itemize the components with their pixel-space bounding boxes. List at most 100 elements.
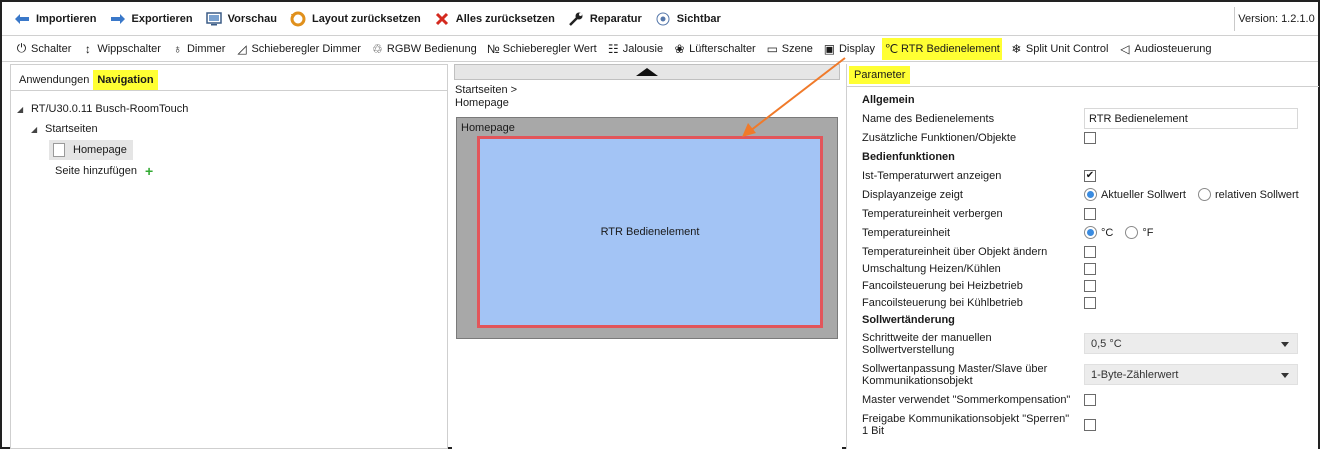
expand-arrow-icon[interactable]: ◢	[17, 105, 31, 114]
radio-fahrenheit[interactable]: °F	[1125, 226, 1153, 239]
palette-item-label: Jalousie	[622, 42, 664, 55]
param-row-display: Displayanzeige zeigt Aktueller Sollwert …	[862, 185, 1314, 204]
param-label: Freigabe Kommunikationsobjekt "Sperren" …	[862, 412, 1070, 437]
palette-item-audiosteuerung[interactable]: ◁ Audiosteuerung	[1115, 38, 1213, 60]
tab-applications[interactable]: Anwendungen	[15, 70, 93, 90]
palette-item-display[interactable]: ▣ Display	[820, 38, 877, 60]
param-row-hide-unit: Temperatureinheit verbergen	[862, 204, 1314, 223]
element-name-input[interactable]: RTR Bedienelement	[1084, 108, 1298, 129]
preview-label: Vorschau	[227, 12, 277, 25]
slider-value-icon: №	[486, 41, 500, 56]
palette-item-jalousie[interactable]: ☷ Jalousie	[604, 38, 665, 60]
step-width-select[interactable]: 0,5 °C	[1084, 333, 1298, 354]
param-label: Temperatureinheit über Objekt ändern	[862, 245, 1048, 258]
import-button[interactable]: Importieren	[14, 11, 97, 27]
palette-item-szene[interactable]: ▭ Szene	[763, 38, 815, 60]
plus-icon[interactable]: +	[145, 163, 153, 179]
visibility-icon	[655, 11, 671, 27]
param-row-unit: Temperatureinheit °C °F	[862, 223, 1314, 242]
param-label: Fancoilsteuerung bei Kühlbetrieb	[862, 296, 1023, 309]
collapse-button[interactable]	[454, 64, 840, 80]
parameter-list: Allgemein Name des Bedienelements RTR Be…	[862, 90, 1314, 440]
palette-item-label: Schalter	[31, 42, 72, 55]
palette-item-rtr-bedienelement[interactable]: ℃ RTR Bedienelement	[882, 37, 1002, 60]
panel-tabs: Anwendungen Navigation	[11, 65, 447, 91]
split-unit-icon: ❄	[1011, 41, 1022, 56]
lock-object-checkbox[interactable]	[1084, 418, 1096, 431]
radio-relative-setpoint[interactable]: relativen Sollwert	[1197, 188, 1299, 201]
param-label: Umschaltung Heizen/Kühlen	[862, 263, 1001, 275]
palette-item-wippschalter[interactable]: ↕ Wippschalter	[78, 38, 163, 60]
page-canvas: Homepage RTR Bedienelement	[456, 117, 838, 339]
import-label: Importieren	[36, 12, 97, 25]
homepage-item[interactable]: Homepage	[49, 140, 133, 160]
section-setpoint-title: Sollwertänderung	[862, 313, 955, 326]
palette-item-l-fterschalter[interactable]: ❀ Lüfterschalter	[670, 38, 758, 60]
palette-item-label: Schieberegler Wert	[502, 42, 597, 55]
tree-node-device[interactable]: ◢ RT/U30.0.11 Busch-RoomTouch	[11, 99, 447, 119]
param-label: Temperatureinheit	[862, 226, 951, 239]
export-button[interactable]: Exportieren	[110, 11, 193, 27]
chevron-down-icon	[1281, 373, 1289, 378]
add-page-label: Seite hinzufügen	[55, 165, 137, 177]
tab-parameter[interactable]: Parameter	[849, 66, 911, 84]
breadcrumb-startpages[interactable]: Startseiten >	[455, 84, 517, 97]
section-general: Allgemein	[862, 90, 1314, 109]
param-row-unit-obj: Temperatureinheit über Objekt ändern	[862, 242, 1314, 261]
hide-unit-checkbox[interactable]	[1084, 207, 1096, 220]
visible-button[interactable]: Sichtbar	[655, 11, 721, 27]
actual-temp-checkbox[interactable]: ✔	[1084, 169, 1096, 182]
thermometer-icon: ℃	[884, 41, 899, 56]
param-row-ist: Ist-Temperaturwert anzeigen ✔	[862, 166, 1314, 185]
tab-navigation[interactable]: Navigation	[93, 70, 158, 90]
radio-unselected-icon[interactable]	[1125, 226, 1139, 239]
preview-icon	[205, 11, 222, 27]
wrench-icon	[568, 11, 584, 27]
palette-item-schieberegler-wert[interactable]: № Schieberegler Wert	[484, 38, 599, 60]
radio-label: °F	[1142, 226, 1154, 239]
palette-item-split-unit-control[interactable]: ❄ Split Unit Control	[1007, 38, 1111, 60]
palette-item-label: Display	[838, 42, 876, 55]
speaker-icon: ◁	[1120, 41, 1130, 56]
palette-item-label: Szene	[781, 42, 813, 55]
add-page-item[interactable]: Seite hinzufügen +	[11, 161, 447, 181]
param-label: Sollwertanpassung Master/Slave über Komm…	[862, 362, 1048, 387]
version-label: Version: 1.2.1.0	[1234, 7, 1318, 31]
breadcrumb-homepage[interactable]: Homepage	[455, 97, 517, 110]
unit-object-checkbox[interactable]	[1084, 245, 1096, 258]
heat-cool-checkbox[interactable]	[1084, 263, 1096, 275]
param-row-heatcool: Umschaltung Heizen/Kühlen	[862, 261, 1314, 277]
reset-all-button[interactable]: Alles zurücksetzen	[434, 11, 555, 27]
palette-item-schieberegler-dimmer[interactable]: ◿ Schieberegler Dimmer	[232, 38, 362, 60]
param-row-name: Name des Bedienelements RTR Bedienelemen…	[862, 108, 1314, 129]
tree-node-homepage[interactable]: Homepage	[11, 139, 447, 161]
radio-label: relativen Sollwert	[1214, 188, 1299, 201]
preview-button[interactable]: Vorschau	[205, 11, 277, 27]
radio-celsius[interactable]: °C	[1084, 226, 1113, 239]
radio-selected-icon[interactable]	[1084, 226, 1097, 239]
repair-label: Reparatur	[589, 12, 642, 25]
palette-item-rgbw-bedienung[interactable]: ♲ RGBW Bedienung	[368, 38, 479, 60]
palette-item-schalter[interactable]: ⏻ Schalter	[12, 38, 73, 60]
palette-item-label: Lüfterschalter	[689, 42, 756, 55]
expand-arrow-icon[interactable]: ◢	[31, 125, 45, 134]
param-row-extra: Zusätzliche Funktionen/Objekte	[862, 128, 1314, 147]
fancoil-cool-checkbox[interactable]	[1084, 296, 1096, 309]
repair-button[interactable]: Reparatur	[568, 11, 642, 27]
tree-node-startpages[interactable]: ◢ Startseiten	[11, 119, 447, 139]
param-label: Zusätzliche Funktionen/Objekte	[862, 131, 1017, 144]
slider-dimmer-icon: ◿	[237, 41, 247, 56]
palette-item-dimmer[interactable]: ♁ Dimmer	[168, 38, 228, 60]
master-slave-select[interactable]: 1-Byte-Zählerwert	[1084, 364, 1298, 385]
radio-unselected-icon[interactable]	[1197, 188, 1211, 201]
close-x-icon	[434, 11, 450, 27]
radio-selected-icon[interactable]	[1084, 188, 1097, 201]
fancoil-heat-checkbox[interactable]	[1084, 279, 1096, 292]
page-document-icon	[53, 143, 65, 157]
reset-layout-button[interactable]: Layout zurücksetzen	[290, 11, 421, 27]
homepage-label: Homepage	[73, 144, 127, 156]
radio-current-setpoint[interactable]: Aktueller Sollwert	[1084, 188, 1186, 201]
summer-comp-checkbox[interactable]	[1084, 393, 1096, 406]
extra-functions-checkbox[interactable]	[1084, 131, 1096, 144]
rtr-widget[interactable]: RTR Bedienelement	[477, 136, 823, 328]
